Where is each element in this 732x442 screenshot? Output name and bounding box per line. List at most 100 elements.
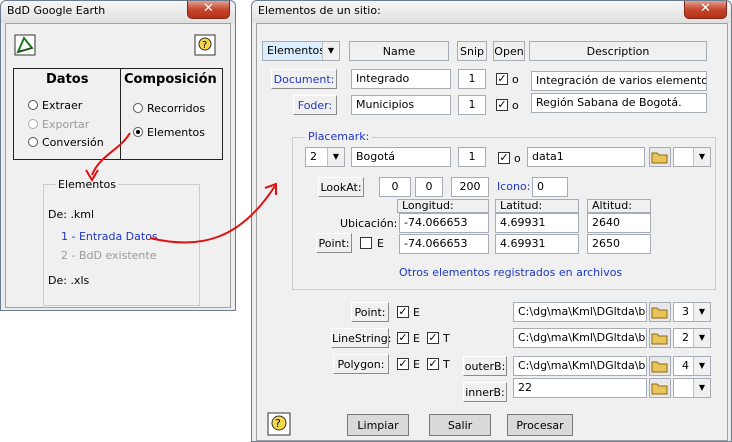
- linestring-count: 2: [682, 331, 689, 344]
- document-open-checkbox[interactable]: ✓: [496, 73, 508, 85]
- document-description-field[interactable]: Integración de varios elementos y: [531, 71, 707, 91]
- foder-name-field[interactable]: Municipios: [351, 95, 451, 115]
- help-icon[interactable]: ?: [194, 34, 216, 56]
- de-xls-label: De: .xls: [48, 274, 90, 287]
- ubicacion-label: Ubicación:: [340, 217, 398, 230]
- document-snip-field[interactable]: 1: [458, 69, 486, 89]
- radio-elementos[interactable]: [133, 127, 143, 137]
- folder-icon[interactable]: [649, 302, 671, 322]
- elementos-combo-value: Elementos: [267, 44, 326, 57]
- polygon-e-checkbox[interactable]: ✓: [397, 358, 409, 370]
- bdd-existente-link[interactable]: 2 - BdD existente: [61, 249, 156, 262]
- extraer-label: Extraer: [42, 99, 83, 112]
- header-open: Open: [493, 41, 525, 61]
- header-name: Name: [349, 41, 449, 61]
- outerb-label: outerB:: [463, 356, 507, 376]
- procesar-button[interactable]: Procesar: [507, 414, 573, 436]
- point-file-e-label: E: [413, 306, 420, 319]
- polygon-t-label: T: [443, 358, 450, 371]
- ubicacion-lat-field[interactable]: 4.69931: [495, 213, 579, 233]
- longitud-header: Longitud:: [397, 199, 489, 213]
- point-file-combo[interactable]: 3 ▼: [673, 302, 711, 322]
- folder-icon[interactable]: [649, 147, 671, 167]
- salir-button[interactable]: Salir: [429, 414, 491, 436]
- polygon-file-path[interactable]: C:\dg\ma\Kml\DGltda\bdd0: [513, 356, 647, 376]
- exportar-label: Exportar: [42, 118, 90, 131]
- foder-description-field[interactable]: Región Sabana de Bogotá.: [531, 93, 707, 113]
- point-alt-field[interactable]: 2650: [587, 234, 651, 254]
- document-name-field[interactable]: Integrado: [351, 69, 451, 89]
- limpiar-button[interactable]: Limpiar: [347, 414, 409, 436]
- foder-open-label: o: [512, 99, 519, 112]
- placemark-snip-field[interactable]: 1: [458, 147, 486, 167]
- close-button[interactable]: ✕: [684, 1, 727, 19]
- innerb-combo[interactable]: ▼: [673, 378, 711, 398]
- point-file-label: Point:: [351, 302, 389, 322]
- window-title: Elementos de un sitio:: [258, 4, 381, 17]
- polygon-t-checkbox[interactable]: ✓: [427, 358, 439, 370]
- title-bar: Elementos de un sitio: ✕: [252, 1, 731, 23]
- document-open-label: o: [512, 73, 519, 86]
- placemark-legend: Placemark:: [305, 130, 373, 143]
- point-e-checkbox[interactable]: [360, 237, 372, 249]
- lookat-label: LookAt:: [318, 177, 364, 197]
- linestring-file-path[interactable]: C:\dg\ma\Kml\DGltda\bdd0: [513, 328, 647, 348]
- lookat-field-3[interactable]: 200: [451, 177, 489, 197]
- icono-field[interactable]: 0: [532, 177, 568, 197]
- polygon-combo[interactable]: 4 ▼: [673, 356, 711, 376]
- foder-label: Foder:: [293, 95, 337, 115]
- placemark-description-field[interactable]: data1: [527, 147, 645, 167]
- lookat-field-1[interactable]: 0: [379, 177, 411, 197]
- point-lon-field[interactable]: -74.066653: [399, 234, 489, 254]
- ubicacion-lon-field[interactable]: -74.066653: [399, 213, 489, 233]
- placemark-index-combo[interactable]: 2 ▼: [305, 147, 345, 167]
- innerb-field[interactable]: 22: [513, 378, 647, 398]
- de-kml-label: De: .kml: [48, 208, 95, 221]
- point-file-e-checkbox[interactable]: ✓: [397, 306, 409, 318]
- chevron-down-icon[interactable]: ▼: [693, 148, 710, 166]
- folder-icon[interactable]: [649, 378, 671, 398]
- header-snip: Snip: [457, 41, 487, 61]
- chevron-down-icon[interactable]: ▼: [327, 148, 344, 166]
- polygon-e-label: E: [413, 358, 420, 371]
- linestring-e-checkbox[interactable]: ✓: [397, 332, 409, 344]
- altitud-header: Altitud:: [587, 199, 651, 213]
- point-file-path[interactable]: C:\dg\ma\Kml\DGltda\bdd0: [513, 302, 647, 322]
- point-lat-field[interactable]: 4.69931: [495, 234, 579, 254]
- radio-recorridos[interactable]: [133, 103, 143, 113]
- placemark-extra-combo[interactable]: ▼: [673, 147, 711, 167]
- point-file-count: 3: [682, 305, 689, 318]
- chevron-down-icon[interactable]: ▼: [322, 42, 339, 60]
- placemark-open-checkbox[interactable]: ✓: [498, 152, 510, 164]
- linestring-t-checkbox[interactable]: ✓: [427, 332, 439, 344]
- close-button[interactable]: ✕: [187, 1, 230, 19]
- chevron-down-icon[interactable]: ▼: [693, 379, 710, 397]
- lookat-field-2[interactable]: 0: [415, 177, 443, 197]
- linestring-label: LineString:: [331, 328, 391, 348]
- title-bar: BdD Google Earth ✕: [1, 1, 235, 23]
- ubicacion-alt-field[interactable]: 2640: [587, 213, 651, 233]
- elementos-combo[interactable]: Elementos ▼: [262, 41, 340, 61]
- radio-exportar[interactable]: [28, 119, 38, 129]
- conversion-label: Conversión: [42, 136, 104, 149]
- placemark-name-field[interactable]: Bogotá: [351, 147, 451, 167]
- help-icon[interactable]: ?: [267, 412, 291, 436]
- innerb-label: innerB:: [463, 382, 507, 402]
- linestring-combo[interactable]: 2 ▼: [673, 328, 711, 348]
- google-earth-icon[interactable]: [14, 34, 36, 56]
- chevron-down-icon[interactable]: ▼: [693, 329, 710, 347]
- latitud-header: Latitud:: [495, 199, 579, 213]
- chevron-down-icon[interactable]: ▼: [693, 357, 710, 375]
- foder-snip-field[interactable]: 1: [458, 95, 486, 115]
- chevron-down-icon[interactable]: ▼: [693, 303, 710, 321]
- radio-conversion[interactable]: [28, 137, 38, 147]
- document-label: Document:: [271, 69, 337, 89]
- entrada-datos-link[interactable]: 1 - Entrada Datos: [61, 230, 158, 243]
- folder-icon[interactable]: [649, 328, 671, 348]
- svg-text:?: ?: [202, 40, 207, 51]
- elementos-group: [43, 184, 200, 306]
- foder-open-checkbox[interactable]: ✓: [496, 99, 508, 111]
- point-label: Point:: [316, 233, 352, 253]
- folder-icon[interactable]: [649, 356, 671, 376]
- radio-extraer[interactable]: [28, 100, 38, 110]
